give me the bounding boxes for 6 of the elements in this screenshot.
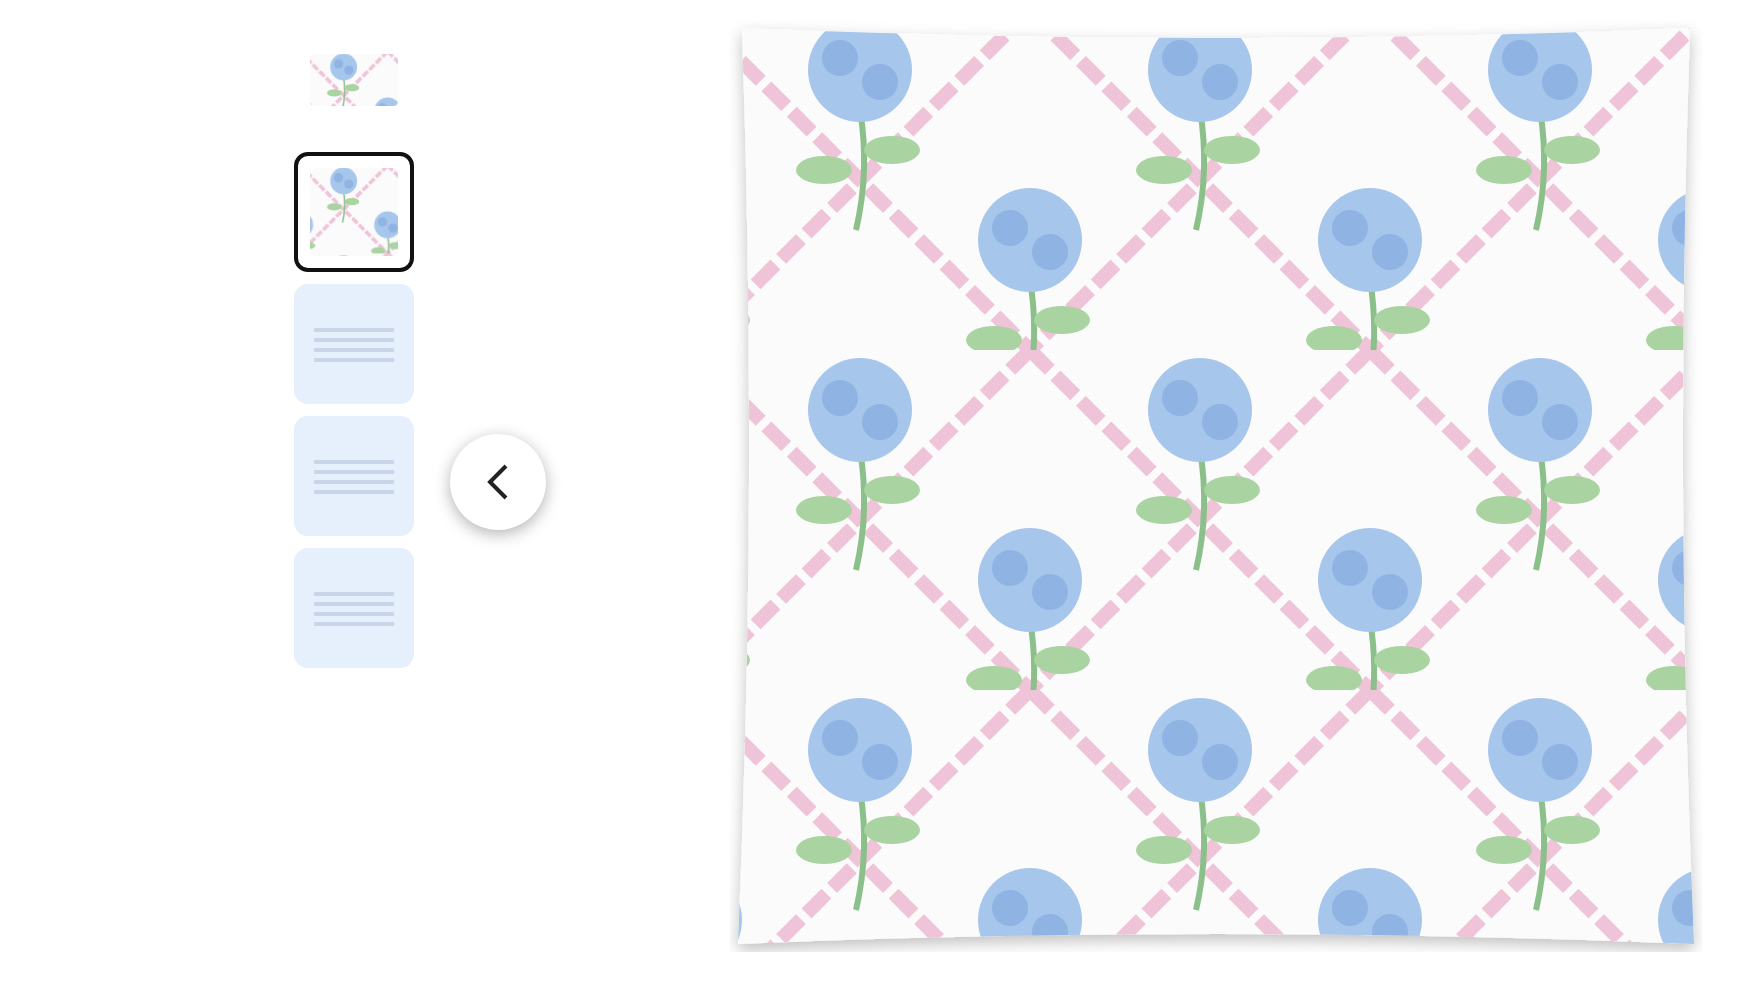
- thumbnail[interactable]: [294, 284, 414, 404]
- thumbnail[interactable]: [294, 152, 414, 272]
- previous-button[interactable]: [450, 433, 546, 529]
- chevron-left-icon: [484, 461, 512, 501]
- thumbnail[interactable]: [294, 416, 414, 536]
- thumbnail[interactable]: [294, 548, 414, 668]
